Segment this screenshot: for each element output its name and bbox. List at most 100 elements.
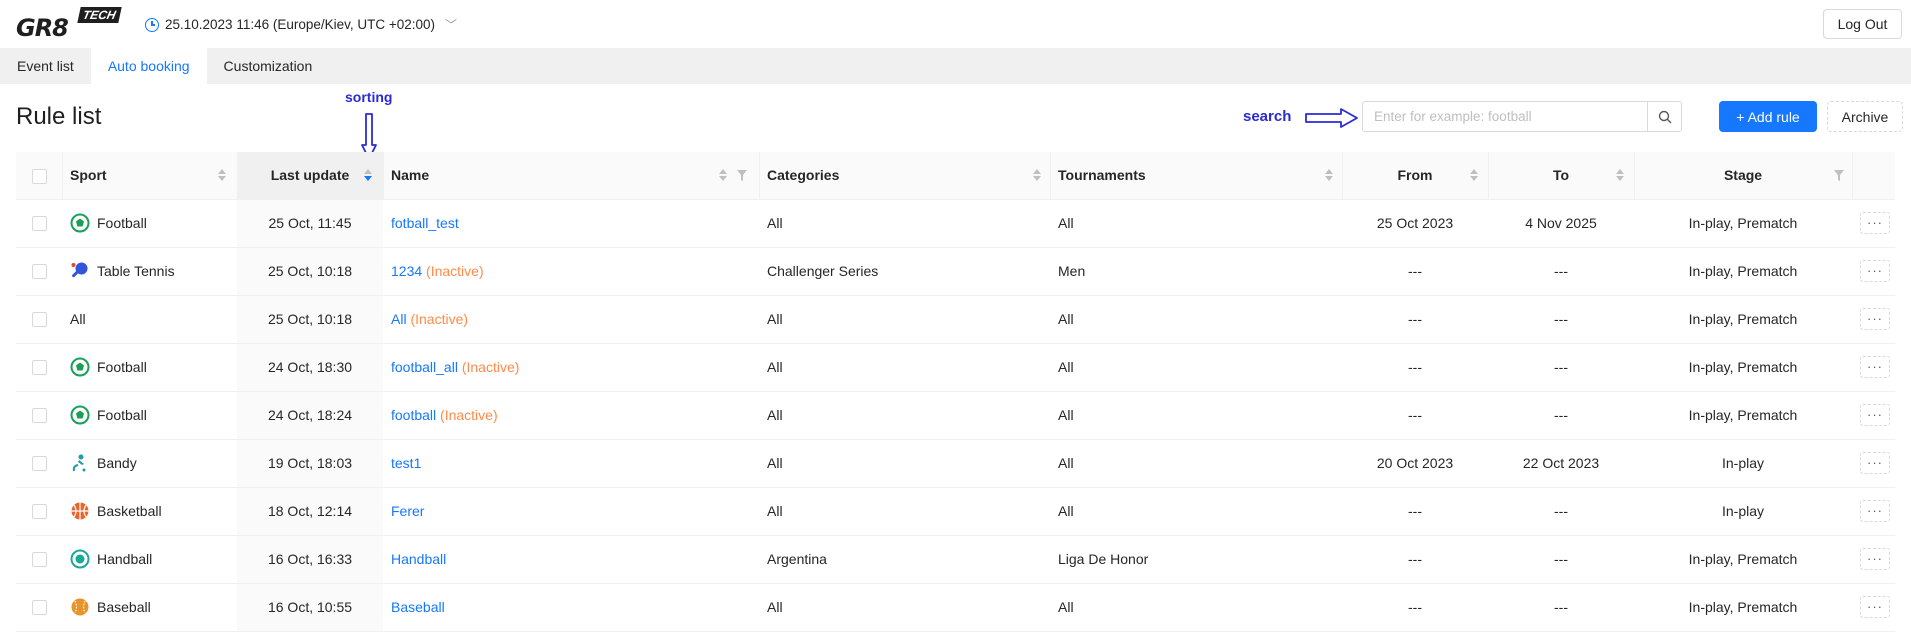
rule-name-link[interactable]: test1 bbox=[391, 455, 421, 471]
tournaments-cell: All bbox=[1050, 487, 1342, 536]
handball-icon bbox=[70, 549, 90, 569]
stage-cell: In-play, Prematch bbox=[1634, 295, 1852, 344]
table-row[interactable]: Football 25 Oct, 11:45 fotball_test All All… bbox=[16, 199, 1895, 248]
table-row[interactable]: Football 24 Oct, 18:24 football (Inactive)… bbox=[16, 391, 1895, 440]
column-tournaments[interactable]: Tournaments bbox=[1050, 152, 1342, 200]
more-actions-button[interactable]: ··· bbox=[1860, 500, 1890, 522]
select-all-checkbox[interactable] bbox=[31, 168, 47, 184]
table-row[interactable]: All 25 Oct, 10:18 All (Inactive) All All --- -… bbox=[16, 295, 1895, 344]
column-sport[interactable]: Sport bbox=[62, 152, 237, 200]
select-all-cell bbox=[16, 152, 62, 200]
more-actions-button[interactable]: ··· bbox=[1860, 404, 1890, 426]
stage-cell: In-play, Prematch bbox=[1634, 583, 1852, 632]
rule-name-link[interactable]: All bbox=[391, 311, 407, 327]
tournaments-cell: All bbox=[1050, 295, 1342, 344]
sport-cell: Table Tennis bbox=[62, 247, 237, 296]
more-actions-button[interactable]: ··· bbox=[1860, 596, 1890, 618]
table-header-row: Sport Last update Name Categories Tourna… bbox=[16, 152, 1895, 200]
column-categories[interactable]: Categories bbox=[759, 152, 1050, 200]
row-checkbox[interactable] bbox=[31, 552, 47, 568]
timezone-selector[interactable]: 25.10.2023 11:46 (Europe/Kiev, UTC +02:0… bbox=[145, 16, 457, 33]
from-cell: --- bbox=[1342, 391, 1488, 440]
actions-cell: ··· bbox=[1852, 535, 1895, 584]
search-arrow-icon bbox=[1305, 108, 1358, 128]
more-actions-button[interactable]: ··· bbox=[1860, 260, 1890, 282]
row-select-cell bbox=[16, 487, 62, 536]
rule-name-link[interactable]: Handball bbox=[391, 551, 446, 567]
last-update-cell: 24 Oct, 18:30 bbox=[237, 343, 383, 392]
stage-cell: In-play, Prematch bbox=[1634, 247, 1852, 296]
from-sort-icon[interactable] bbox=[1470, 169, 1478, 183]
row-checkbox[interactable] bbox=[31, 312, 47, 328]
archive-button[interactable]: Archive bbox=[1827, 101, 1903, 132]
search-button[interactable] bbox=[1647, 102, 1681, 131]
column-stage[interactable]: Stage bbox=[1634, 152, 1852, 200]
name-filter-icon[interactable] bbox=[737, 170, 747, 181]
tab-auto-booking[interactable]: Auto booking bbox=[90, 48, 207, 84]
more-actions-button[interactable]: ··· bbox=[1860, 356, 1890, 378]
top-bar: GR8 TECH 25.10.2023 11:46 (Europe/Kiev, … bbox=[0, 0, 1911, 48]
column-to[interactable]: To bbox=[1488, 152, 1634, 200]
rule-name-link[interactable]: Baseball bbox=[391, 599, 445, 615]
row-checkbox[interactable] bbox=[31, 408, 47, 424]
table-row[interactable]: Handball 16 Oct, 16:33 Handball Argentina L… bbox=[16, 535, 1895, 584]
tab-event-list[interactable]: Event list bbox=[0, 48, 91, 84]
row-select-cell bbox=[16, 343, 62, 392]
to-sort-icon[interactable] bbox=[1616, 169, 1624, 183]
stage-cell: In-play, Prematch bbox=[1634, 199, 1852, 248]
stage-cell: In-play bbox=[1634, 487, 1852, 536]
row-checkbox[interactable] bbox=[31, 360, 47, 376]
rule-name-link[interactable]: football_all bbox=[391, 359, 458, 375]
rule-table: Sport Last update Name Categories Tourna… bbox=[16, 152, 1895, 632]
categories-cell: All bbox=[759, 487, 1050, 536]
column-from[interactable]: From bbox=[1342, 152, 1488, 200]
gr8-tech-logo[interactable]: GR8 TECH bbox=[16, 6, 126, 42]
basketball-icon bbox=[70, 501, 90, 521]
from-cell: --- bbox=[1342, 295, 1488, 344]
from-cell: --- bbox=[1342, 487, 1488, 536]
more-actions-button[interactable]: ··· bbox=[1860, 452, 1890, 474]
table-row[interactable]: Football 24 Oct, 18:30 football_all (Inact… bbox=[16, 343, 1895, 392]
stage-filter-icon[interactable] bbox=[1834, 170, 1844, 181]
rule-name-link[interactable]: 1234 bbox=[391, 263, 422, 279]
name-cell: Handball bbox=[383, 535, 759, 584]
main-tabs: Event list Auto booking Customization bbox=[0, 48, 1911, 84]
row-checkbox[interactable] bbox=[31, 216, 47, 232]
row-checkbox[interactable] bbox=[31, 504, 47, 520]
add-rule-button[interactable]: + Add rule bbox=[1719, 101, 1817, 132]
categories-cell: All bbox=[759, 295, 1050, 344]
more-actions-button[interactable]: ··· bbox=[1860, 548, 1890, 570]
table-row[interactable]: Bandy 19 Oct, 18:03 test1 All All 20 Oct 202… bbox=[16, 439, 1895, 488]
tab-customization[interactable]: Customization bbox=[207, 48, 330, 84]
logo-main-text: GR8 bbox=[16, 14, 69, 42]
column-last-update[interactable]: Last update bbox=[237, 152, 383, 200]
search-input[interactable] bbox=[1363, 102, 1647, 131]
from-cell: 20 Oct 2023 bbox=[1342, 439, 1488, 488]
tournaments-cell: All bbox=[1050, 343, 1342, 392]
stage-cell: In-play, Prematch bbox=[1634, 391, 1852, 440]
row-checkbox[interactable] bbox=[31, 600, 47, 616]
row-checkbox[interactable] bbox=[31, 456, 47, 472]
name-sort-icon[interactable] bbox=[719, 169, 727, 183]
rule-name-link[interactable]: fotball_test bbox=[391, 215, 459, 231]
categories-sort-icon[interactable] bbox=[1033, 169, 1041, 183]
sport-sort-icon[interactable] bbox=[218, 169, 226, 183]
more-actions-button[interactable]: ··· bbox=[1860, 308, 1890, 330]
to-cell: --- bbox=[1488, 295, 1634, 344]
last-update-sort-icon[interactable] bbox=[364, 169, 372, 183]
more-actions-button[interactable]: ··· bbox=[1860, 212, 1890, 234]
actions-cell: ··· bbox=[1852, 247, 1895, 296]
table-row[interactable]: Table Tennis 25 Oct, 10:18 1234 (Inactive)… bbox=[16, 247, 1895, 296]
table-row[interactable]: Baseball 16 Oct, 10:55 Baseball All All --- -… bbox=[16, 583, 1895, 632]
rule-name-link[interactable]: football bbox=[391, 407, 436, 423]
name-cell: 1234 (Inactive) bbox=[383, 247, 759, 296]
column-name[interactable]: Name bbox=[383, 152, 759, 200]
logout-button[interactable]: Log Out bbox=[1823, 9, 1902, 39]
row-checkbox[interactable] bbox=[31, 264, 47, 280]
to-cell: --- bbox=[1488, 343, 1634, 392]
tournaments-sort-icon[interactable] bbox=[1325, 169, 1333, 183]
sport-label: Table Tennis bbox=[97, 263, 175, 279]
rule-name-link[interactable]: Ferer bbox=[391, 503, 424, 519]
name-cell: test1 bbox=[383, 439, 759, 488]
table-row[interactable]: Basketball 18 Oct, 12:14 Ferer All All --- --… bbox=[16, 487, 1895, 536]
